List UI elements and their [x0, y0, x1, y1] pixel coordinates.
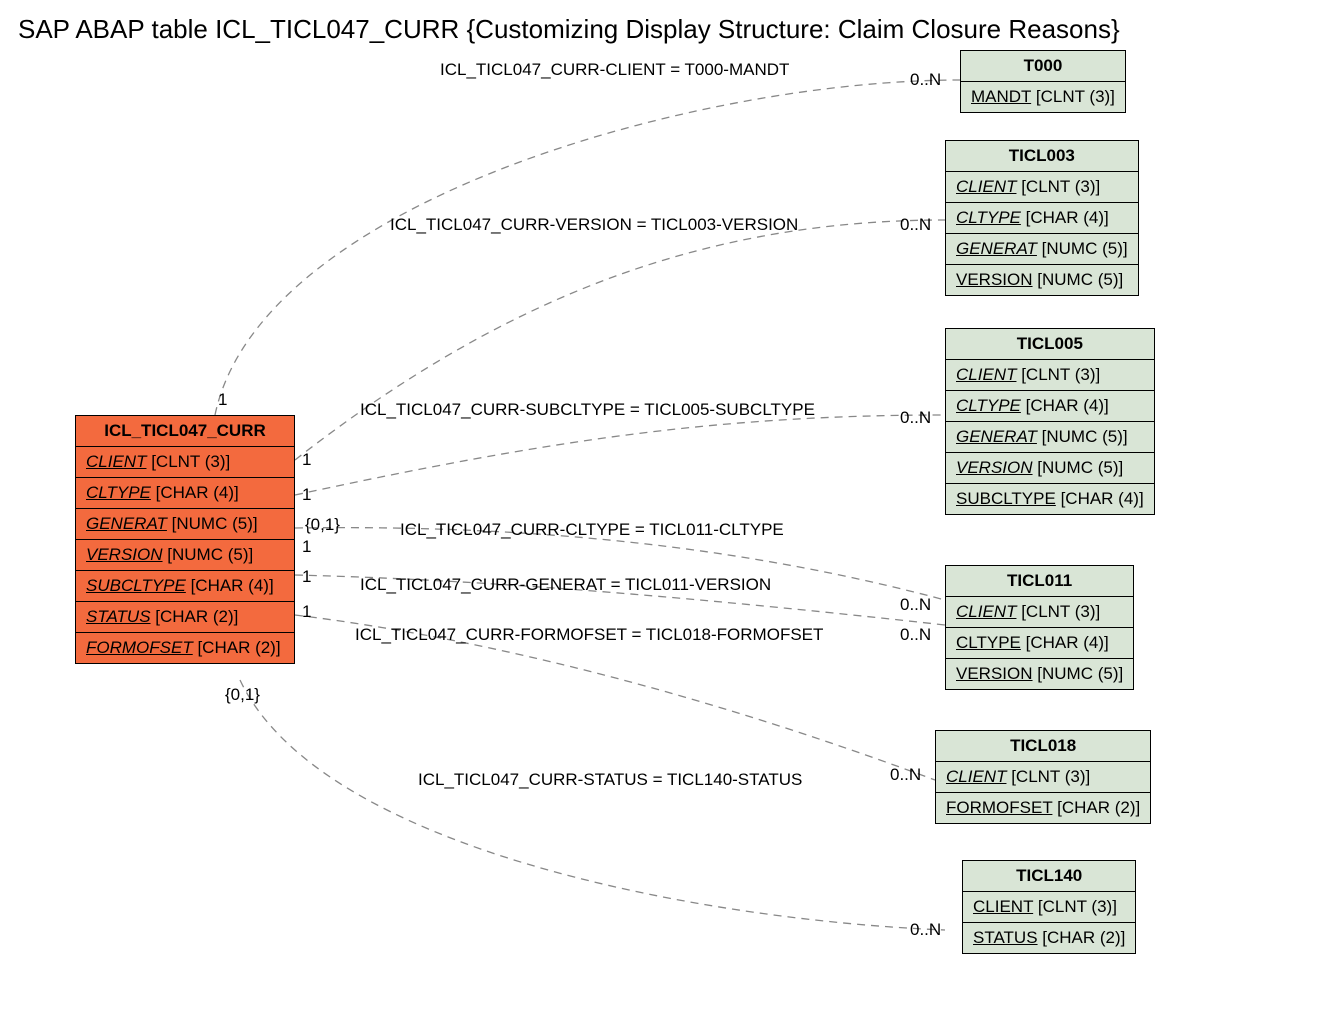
entity-ticl140: TICL140 CLIENT [CLNT (3)] STATUS [CHAR (… — [962, 860, 1136, 954]
entity-ticl003: TICL003 CLIENT [CLNT (3)] CLTYPE [CHAR (… — [945, 140, 1139, 296]
edge-label: ICL_TICL047_CURR-STATUS = TICL140-STATUS — [418, 770, 802, 790]
edge-label: ICL_TICL047_CURR-VERSION = TICL003-VERSI… — [390, 215, 798, 235]
entity-t000: T000 MANDT [CLNT (3)] — [960, 50, 1126, 113]
entity-header: ICL_TICL047_CURR — [76, 416, 294, 447]
cardinality-label: {0,1} — [305, 515, 340, 535]
entity-field: VERSION [NUMC (5)] — [76, 540, 294, 571]
entity-field: GENERAT [NUMC (5)] — [946, 234, 1138, 265]
cardinality-label: 0..N — [900, 408, 931, 428]
entity-field: CLTYPE [CHAR (4)] — [946, 628, 1133, 659]
edge-label: ICL_TICL047_CURR-GENERAT = TICL011-VERSI… — [360, 575, 771, 595]
entity-header: TICL005 — [946, 329, 1154, 360]
edge-label: ICL_TICL047_CURR-CLTYPE = TICL011-CLTYPE — [400, 520, 784, 540]
edge-label: ICL_TICL047_CURR-CLIENT = T000-MANDT — [440, 60, 789, 80]
entity-field: STATUS [CHAR (2)] — [76, 602, 294, 633]
entity-header: TICL003 — [946, 141, 1138, 172]
entity-field: GENERAT [NUMC (5)] — [76, 509, 294, 540]
entity-field: CLIENT [CLNT (3)] — [946, 172, 1138, 203]
cardinality-label: 0..N — [890, 765, 921, 785]
entity-field: FORMOFSET [CHAR (2)] — [936, 793, 1150, 823]
entity-header: TICL018 — [936, 731, 1150, 762]
cardinality-label: 1 — [218, 390, 227, 410]
entity-ticl005: TICL005 CLIENT [CLNT (3)] CLTYPE [CHAR (… — [945, 328, 1155, 515]
page-title: SAP ABAP table ICL_TICL047_CURR {Customi… — [18, 14, 1311, 45]
entity-field: VERSION [NUMC (5)] — [946, 659, 1133, 689]
cardinality-label: {0,1} — [225, 685, 260, 705]
cardinality-label: 0..N — [900, 625, 931, 645]
entity-field: CLIENT [CLNT (3)] — [76, 447, 294, 478]
entity-field: SUBCLTYPE [CHAR (4)] — [76, 571, 294, 602]
entity-icl-ticl047-curr: ICL_TICL047_CURR CLIENT [CLNT (3)] CLTYP… — [75, 415, 295, 664]
cardinality-label: 0..N — [900, 595, 931, 615]
entity-field: STATUS [CHAR (2)] — [963, 923, 1135, 953]
entity-field: CLTYPE [CHAR (4)] — [76, 478, 294, 509]
entity-field: CLIENT [CLNT (3)] — [946, 360, 1154, 391]
entity-field: CLIENT [CLNT (3)] — [936, 762, 1150, 793]
entity-header: T000 — [961, 51, 1125, 82]
cardinality-label: 1 — [302, 450, 311, 470]
cardinality-label: 1 — [302, 485, 311, 505]
entity-field: VERSION [NUMC (5)] — [946, 265, 1138, 295]
cardinality-label: 0..N — [910, 920, 941, 940]
entity-field: FORMOFSET [CHAR (2)] — [76, 633, 294, 663]
entity-field: SUBCLTYPE [CHAR (4)] — [946, 484, 1154, 514]
entity-field: CLIENT [CLNT (3)] — [946, 597, 1133, 628]
entity-ticl018: TICL018 CLIENT [CLNT (3)] FORMOFSET [CHA… — [935, 730, 1151, 824]
entity-ticl011: TICL011 CLIENT [CLNT (3)] CLTYPE [CHAR (… — [945, 565, 1134, 690]
entity-header: TICL011 — [946, 566, 1133, 597]
cardinality-label: 0..N — [900, 215, 931, 235]
edge-label: ICL_TICL047_CURR-FORMOFSET = TICL018-FOR… — [355, 625, 823, 645]
entity-field: CLTYPE [CHAR (4)] — [946, 391, 1154, 422]
entity-field: VERSION [NUMC (5)] — [946, 453, 1154, 484]
entity-field: CLTYPE [CHAR (4)] — [946, 203, 1138, 234]
entity-field: CLIENT [CLNT (3)] — [963, 892, 1135, 923]
cardinality-label: 1 — [302, 567, 311, 587]
cardinality-label: 1 — [302, 537, 311, 557]
entity-header: TICL140 — [963, 861, 1135, 892]
entity-field: GENERAT [NUMC (5)] — [946, 422, 1154, 453]
cardinality-label: 1 — [302, 602, 311, 622]
edge-label: ICL_TICL047_CURR-SUBCLTYPE = TICL005-SUB… — [360, 400, 815, 420]
entity-field: MANDT [CLNT (3)] — [961, 82, 1125, 112]
cardinality-label: 0..N — [910, 70, 941, 90]
